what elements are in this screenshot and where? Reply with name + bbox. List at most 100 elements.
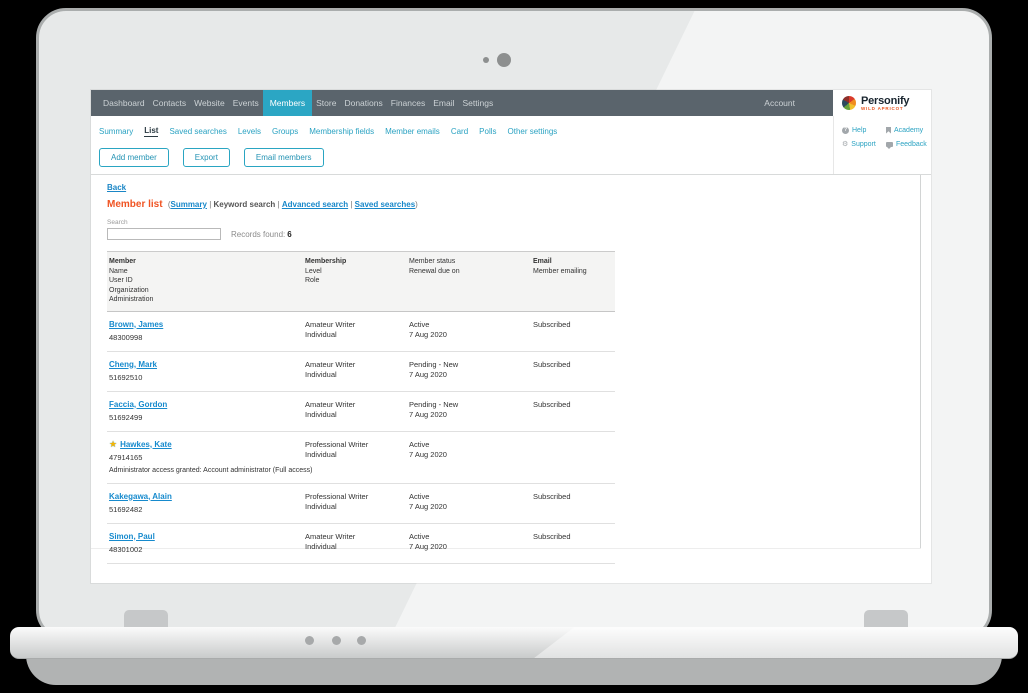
member-user-id: 51692510 [109,373,305,383]
col-organization[interactable]: Organization [109,286,305,296]
member-table: Member Name User ID Organization Adminis… [107,251,615,564]
member-status: Active [409,440,533,450]
col-user-id[interactable]: User ID [109,276,305,286]
academy-label: Academy [894,127,923,134]
member-level: Amateur Writer [305,320,409,330]
table-row: Simon, Paul 48301002 Amateur WriterIndiv… [107,524,615,564]
nav-item-website[interactable]: Website [190,90,229,116]
tab-member-emails[interactable]: Member emails [385,127,440,136]
laptop-base [10,627,1018,659]
nav-item-settings[interactable]: Settings [459,90,498,116]
nav-item-members[interactable]: Members [263,90,312,116]
nav-item-account[interactable]: Account [760,90,799,116]
member-user-id: 51692482 [109,505,305,515]
speech-bubble-icon [886,142,893,147]
table-row: Cheng, Mark 51692510 Amateur WriterIndiv… [107,352,615,392]
email-members-button[interactable]: Email members [244,148,324,167]
tab-levels[interactable]: Levels [238,127,261,136]
nav-item-store[interactable]: Store [312,90,340,116]
member-status: Pending - New [409,360,533,370]
col-administration[interactable]: Administration [109,295,305,305]
separator: | [209,200,211,209]
table-row: ★Hawkes, Kate 47914165 Administrator acc… [107,432,615,484]
col-renewal-due[interactable]: Renewal due on [409,267,533,277]
academy-link[interactable]: Academy [886,123,932,137]
laptop-mockup: Dashboard Contacts Website Events Member… [0,0,1028,693]
nav-item-donations[interactable]: Donations [340,90,386,116]
member-user-id: 47914165 [109,453,305,463]
col-level[interactable]: Level [305,267,409,277]
col-member[interactable]: Member [109,257,305,267]
view-link-saved-searches[interactable]: Saved searches [355,200,416,209]
feedback-link[interactable]: Feedback [886,137,932,151]
tab-list[interactable]: List [144,126,158,137]
members-subnav: Summary List Saved searches Levels Group… [99,116,829,146]
member-name-link[interactable]: Kakegawa, Alain [109,492,172,501]
nav-item-events[interactable]: Events [229,90,263,116]
col-email[interactable]: Email [533,257,615,267]
export-button[interactable]: Export [183,148,230,167]
base-indicator-dot [357,636,366,645]
member-level: Amateur Writer [305,400,409,410]
search-input[interactable] [107,228,221,240]
member-name-link[interactable]: Cheng, Mark [109,360,157,369]
email-status: Subscribed [533,532,615,542]
help-link[interactable]: ? Help [842,123,886,137]
member-type: Individual [305,502,409,512]
help-circle-icon: ? [842,127,849,134]
table-row: Kakegawa, Alain 51692482 Professional Wr… [107,484,615,524]
col-role[interactable]: Role [305,276,409,286]
brand-name: Personify [861,96,909,106]
laptop-hinge-foot [124,610,168,628]
nav-item-email[interactable]: Email [429,90,458,116]
member-name-link[interactable]: Brown, James [109,320,163,329]
help-panel: ? Help Academy ⚙ Support Feedback [833,116,931,174]
renewal-date: 7 Aug 2020 [409,450,533,460]
nav-item-dashboard[interactable]: Dashboard [99,90,149,116]
member-user-id: 48301002 [109,545,305,555]
table-row: Faccia, Gordon 51692499 Amateur WriterIn… [107,392,615,432]
member-status: Active [409,320,533,330]
member-name-link[interactable]: Faccia, Gordon [109,400,167,409]
app-window: Dashboard Contacts Website Events Member… [91,90,931,583]
table-header: Member Name User ID Organization Adminis… [107,251,615,312]
member-user-id: 48300998 [109,333,305,343]
tab-polls[interactable]: Polls [479,127,496,136]
webcam-icon [497,53,511,67]
nav-item-finances[interactable]: Finances [387,90,430,116]
member-name-link[interactable]: Hawkes, Kate [120,440,172,449]
col-member-status[interactable]: Member status [409,257,533,267]
tab-membership-fields[interactable]: Membership fields [309,127,374,136]
tab-saved-searches[interactable]: Saved searches [169,127,226,136]
tab-card[interactable]: Card [451,127,468,136]
col-membership[interactable]: Membership [305,257,409,267]
renewal-date: 7 Aug 2020 [409,330,533,340]
tab-groups[interactable]: Groups [272,127,298,136]
add-member-button[interactable]: Add member [99,148,169,167]
tab-other-settings[interactable]: Other settings [508,127,558,136]
page-title-row: Member list (Summary | Keyword search | … [107,199,615,210]
support-link[interactable]: ⚙ Support [842,137,886,151]
col-member-emailing[interactable]: Member emailing [533,267,615,277]
member-status: Active [409,532,533,542]
member-status: Pending - New [409,400,533,410]
member-level: Amateur Writer [305,360,409,370]
renewal-date: 7 Aug 2020 [409,502,533,512]
brand-subtitle: WILD APRICOT [861,106,909,111]
table-row: Brown, James 48300998 Amateur WriterIndi… [107,312,615,352]
panel-right-border [920,175,921,548]
records-count: 6 [287,230,291,239]
col-name[interactable]: Name [109,267,305,277]
back-link[interactable]: Back [107,183,126,192]
laptop-hinge-foot [864,610,908,628]
tab-summary[interactable]: Summary [99,127,133,136]
email-status: Subscribed [533,492,615,502]
pinwheel-icon [842,96,856,110]
member-name-link[interactable]: Simon, Paul [109,532,155,541]
view-link-summary[interactable]: Summary [170,200,206,209]
feedback-label: Feedback [896,141,927,148]
view-link-advanced-search[interactable]: Advanced search [282,200,348,209]
renewal-date: 7 Aug 2020 [409,370,533,380]
nav-item-contacts[interactable]: Contacts [149,90,191,116]
member-level: Professional Writer [305,440,409,450]
